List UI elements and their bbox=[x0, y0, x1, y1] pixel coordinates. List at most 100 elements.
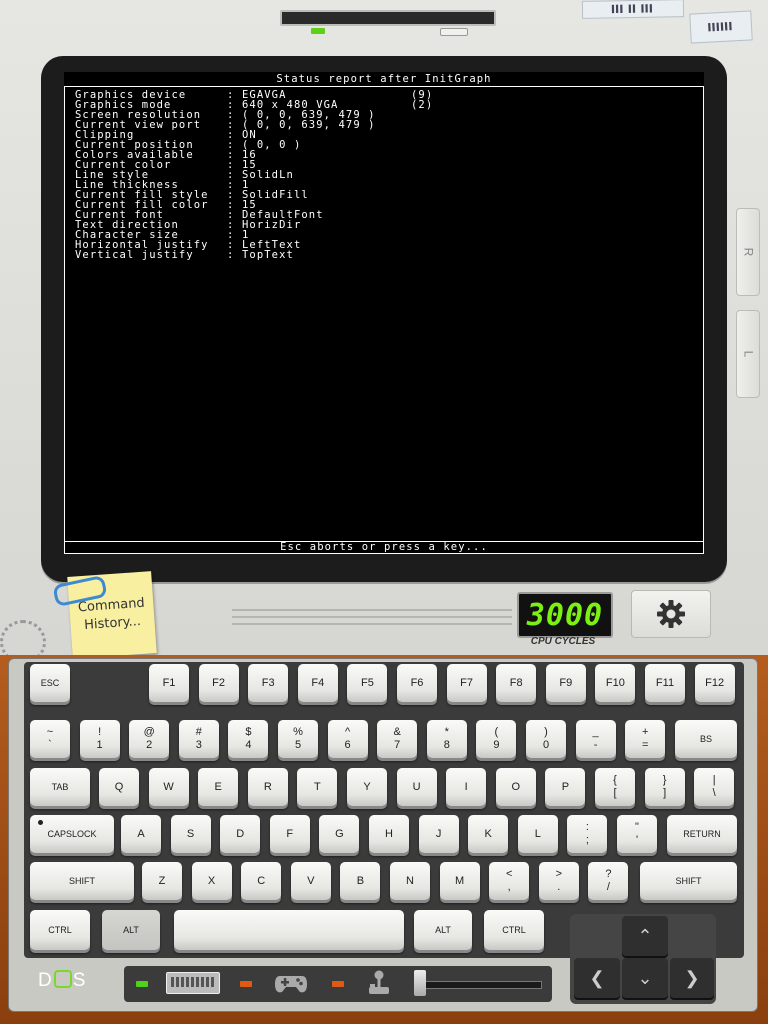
key-a-5[interactable]: G bbox=[319, 815, 360, 853]
eject-button[interactable] bbox=[440, 28, 468, 36]
key-q-2[interactable]: W bbox=[148, 768, 189, 806]
key-f7[interactable]: F7 bbox=[446, 664, 487, 702]
screen-footer: Esc aborts or press a key... bbox=[280, 541, 488, 553]
speed-slider-thumb[interactable] bbox=[414, 970, 426, 996]
gamepad-icon[interactable] bbox=[274, 970, 308, 996]
key-q-6[interactable]: Y bbox=[347, 768, 387, 806]
key-label: G bbox=[335, 827, 344, 840]
key-a-3[interactable]: D bbox=[220, 815, 261, 853]
key-a-11[interactable]: " ' bbox=[617, 815, 657, 853]
key-num-7[interactable]: & 7 bbox=[377, 720, 418, 758]
key-num-6[interactable]: ^ 6 bbox=[327, 720, 368, 758]
key-upper-label: : bbox=[585, 821, 589, 833]
key-a-9[interactable]: L bbox=[517, 815, 558, 853]
key-a-2[interactable]: S bbox=[170, 815, 211, 853]
key-z-2[interactable]: X bbox=[191, 862, 232, 900]
vent-groove bbox=[232, 616, 512, 618]
key-f4[interactable]: F4 bbox=[297, 664, 338, 702]
key-f11[interactable]: F11 bbox=[645, 664, 685, 702]
key-num-0[interactable]: ~ ` bbox=[30, 720, 70, 758]
key-a-6[interactable]: H bbox=[369, 815, 409, 853]
key-f2[interactable]: F2 bbox=[198, 664, 239, 702]
key-f8[interactable]: F8 bbox=[496, 664, 537, 702]
key-num-1[interactable]: ! 1 bbox=[79, 720, 120, 758]
joystick-icon[interactable] bbox=[366, 968, 392, 996]
arrow-left-key[interactable]: ❮ bbox=[574, 958, 620, 998]
key-z-8[interactable]: <, bbox=[489, 862, 530, 900]
key-q-4[interactable]: R bbox=[247, 768, 288, 806]
key-q-8[interactable]: I bbox=[446, 768, 487, 806]
key-q-13[interactable]: | \ bbox=[694, 768, 735, 806]
key-a-8[interactable]: K bbox=[468, 815, 509, 853]
key-z-3[interactable]: C bbox=[241, 862, 282, 900]
key-shift-right[interactable]: SHIFT bbox=[640, 862, 737, 900]
key-num-3[interactable]: #3 bbox=[178, 720, 219, 758]
dos-logo-d: D bbox=[38, 970, 53, 991]
key-z-5[interactable]: B bbox=[340, 862, 381, 900]
key-a-10[interactable]: :; bbox=[567, 815, 608, 853]
key-esc[interactable]: ESC bbox=[30, 664, 70, 702]
key-lower-label: 1 bbox=[96, 739, 103, 751]
key-num-2[interactable]: @2 bbox=[129, 720, 170, 758]
key-a-1[interactable]: A bbox=[121, 815, 161, 853]
key-q-3[interactable]: E bbox=[198, 768, 239, 806]
r-button-label: R bbox=[740, 247, 755, 257]
key-f5[interactable]: F5 bbox=[347, 664, 388, 702]
key-label: V bbox=[307, 874, 315, 887]
key-z-7[interactable]: M bbox=[439, 862, 480, 900]
key-num-12[interactable]: + = bbox=[625, 720, 666, 758]
key-alt-right[interactable]: ALT bbox=[414, 910, 472, 950]
keyboard-icon[interactable] bbox=[166, 972, 220, 994]
key-f3[interactable]: F3 bbox=[248, 664, 289, 702]
key-num-9[interactable]: (9 bbox=[476, 720, 517, 758]
key-q-10[interactable]: P bbox=[545, 768, 586, 806]
key-z-4[interactable]: V bbox=[290, 862, 331, 900]
arrow-up-key[interactable]: ⌃ bbox=[622, 916, 668, 956]
key-num-5[interactable]: % 5 bbox=[278, 720, 318, 758]
key-q-9[interactable]: O bbox=[495, 768, 536, 806]
key-lower-label: \ bbox=[712, 787, 716, 799]
key-f6[interactable]: F6 bbox=[397, 664, 437, 702]
key-label: F5 bbox=[360, 676, 374, 689]
arrow-down-key[interactable]: ⌄ bbox=[622, 958, 668, 998]
key-f10[interactable]: F10 bbox=[595, 664, 636, 702]
key-f1[interactable]: F1 bbox=[149, 664, 189, 702]
key-a-4[interactable]: F bbox=[269, 815, 310, 853]
key-shift-left[interactable]: SHIFT bbox=[30, 862, 134, 900]
key-ctrl-right[interactable]: CTRL bbox=[484, 910, 544, 950]
key-space[interactable] bbox=[174, 910, 404, 950]
key-f9[interactable]: F9 bbox=[545, 664, 586, 702]
settings-button[interactable] bbox=[631, 590, 711, 638]
key-label: R bbox=[263, 780, 272, 793]
key-q-7[interactable]: U bbox=[396, 768, 437, 806]
key-num-4[interactable]: $4 bbox=[228, 720, 269, 758]
r-button[interactable]: R bbox=[736, 208, 760, 296]
key-label: CTRL bbox=[502, 924, 526, 935]
speed-slider-track[interactable] bbox=[414, 981, 542, 989]
sticker: ▌▌▌ ▌▌ ▌▌▌ bbox=[581, 0, 685, 19]
l-button[interactable]: L bbox=[736, 310, 760, 398]
key-f12[interactable]: F12 bbox=[694, 664, 735, 702]
cpu-cycles-display[interactable]: 3000 bbox=[517, 592, 613, 638]
key-z-9[interactable]: >. bbox=[538, 862, 579, 900]
key-capslock[interactable]: CAPSLOCK bbox=[30, 815, 114, 853]
key-num-10[interactable]: ) 0 bbox=[526, 720, 566, 758]
key-z-1[interactable]: Z bbox=[142, 862, 182, 900]
key-a-7[interactable]: J bbox=[418, 815, 459, 853]
key-ctrl-left[interactable]: CTRL bbox=[30, 910, 90, 950]
power-led bbox=[311, 28, 325, 34]
key-backspace[interactable]: BS bbox=[675, 720, 737, 758]
key-z-10[interactable]: ? / bbox=[588, 862, 629, 900]
key-q-5[interactable]: T bbox=[297, 768, 338, 806]
key-alt-left[interactable]: ALT bbox=[102, 910, 160, 950]
key-return[interactable]: RETURN bbox=[667, 815, 737, 853]
key-q-11[interactable]: {[ bbox=[595, 768, 635, 806]
key-num-8[interactable]: * 8 bbox=[426, 720, 467, 758]
key-num-11[interactable]: _ - bbox=[575, 720, 616, 758]
key-tab[interactable]: TAB bbox=[30, 768, 90, 806]
key-z-6[interactable]: N bbox=[390, 862, 430, 900]
arrow-right-key[interactable]: ❯ bbox=[670, 958, 714, 998]
key-q-12[interactable]: }] bbox=[644, 768, 685, 806]
key-label: L bbox=[534, 827, 541, 840]
key-q-1[interactable]: Q bbox=[99, 768, 139, 806]
